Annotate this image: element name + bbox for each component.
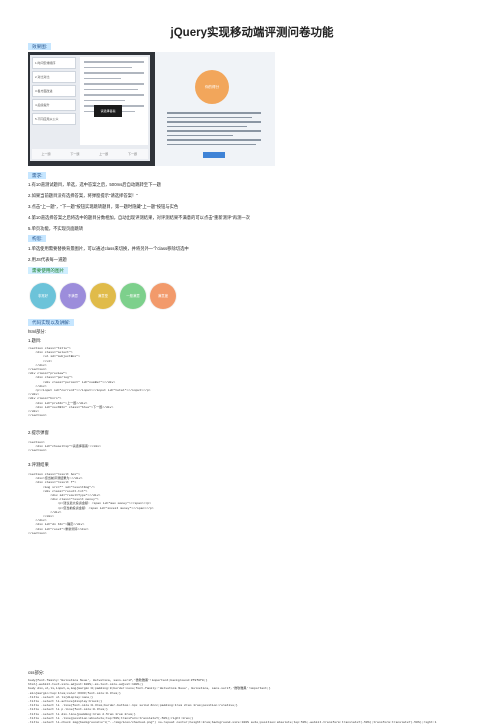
result-circle-image: 不满意	[60, 283, 86, 309]
section-requirements-heading: 需求:	[28, 172, 47, 179]
section-analysis-heading: 构思:	[28, 235, 47, 242]
requirement-line: 3.点击"上一题"，"下一题"按钮实现跳转题目，第一题时隐藏"上一题"按钮与实色	[28, 204, 179, 209]
requirement-line: 1.有10道测试题目，单选，选中答案之后，500ms后自动跳转至下一题	[28, 182, 161, 187]
demo-list-item: 4.后续提升	[32, 99, 76, 111]
article-title: jQuery实现移动端评测问卷功能	[170, 27, 334, 39]
result-circle-image: 一般满意	[120, 283, 146, 309]
result-circle-image: 满意型	[90, 283, 116, 309]
code-line: </section>	[28, 530, 47, 535]
requirement-line: 4.第10道选择答案之后将选中的题目分数相加，自动出现评测结果，对评测结果不满意…	[28, 215, 250, 220]
demo-question-card	[80, 57, 148, 145]
demo-result-button	[203, 152, 225, 158]
requirement-line: 2.如果当前题目没有选择答案，将弹窗提示"请选择答案！"	[28, 193, 138, 198]
demo-nav-bar: 上一题 下一题 上一题 下一题	[32, 149, 148, 159]
code-block-tip: <section> <div id="choseltip">请选择答案!</di…	[28, 440, 101, 453]
demo-popup: 请选择答案	[94, 105, 122, 117]
css-line: .title .select li.check img{background:u…	[28, 720, 437, 724]
demo-next-label: 下一题	[128, 152, 138, 156]
demo-question-list: 1.时间安排顺序 2.对比对比 3.各方面改进 4.后续提升 5.不同应用从公众	[32, 57, 76, 127]
html-part-label: html部分:	[28, 329, 46, 334]
demo-result-circle: 你的得分	[195, 70, 229, 104]
requirement-line: 5.单页功能，不实现页面跳转	[28, 226, 84, 231]
section-code-heading: 代码实现以及讲解:	[28, 319, 75, 326]
result-circle-image: 满意度	[150, 283, 176, 309]
part3-label: 3.评测结果	[28, 462, 49, 467]
analysis-line: 2.用JS代表每一道题	[28, 257, 67, 262]
demo-prev-label: 上一题	[41, 152, 51, 156]
code-line: <p><input id="current"></input></input i…	[28, 388, 151, 393]
analysis-line: 1.单选使用需要替换背景图片，可以通过class来切换，并将另外一个class移…	[28, 246, 189, 251]
demo-list-item: 1.时间安排顺序	[32, 57, 76, 69]
demo-list-item: 2.对比对比	[32, 71, 76, 83]
demo-result-text	[167, 112, 261, 148]
demo-screenshot-result: 你的得分	[155, 52, 275, 166]
article-page: jQuery实现移动端评测问卷功能 效果图: 1.时间安排顺序 2.对比对比 3…	[0, 0, 504, 724]
code-block-css: body{font-family:'Helvetica Neue', Helve…	[28, 678, 504, 724]
part1-label: 1.题目:	[28, 338, 42, 343]
demo-list-item: 5.不同应用从公众	[32, 113, 76, 125]
code-block-result: <section class="result box"> <div>您当前评测结…	[28, 472, 154, 535]
result-circle-image: 非常好	[30, 283, 56, 309]
part2-label: 2.提示弹窗	[28, 430, 49, 435]
code-line: </section>	[28, 448, 47, 453]
section-images-heading: 需要使用的图片	[28, 267, 69, 274]
demo-list-item: 3.各方面改进	[32, 85, 76, 97]
demo-panel: 1.时间安排顺序 2.对比对比 3.各方面改进 4.后续提升 5.不同应用从公众…	[30, 55, 150, 161]
css-part-label: css部分:	[28, 670, 45, 675]
code-line: <p>建议最大投资金额: <span id="max money"></span…	[28, 501, 152, 506]
code-block-question: <section class="title"> <div class="sele…	[28, 346, 151, 417]
demo-prev-label: 上一题	[99, 152, 109, 156]
demo-next-label: 下一题	[70, 152, 80, 156]
code-line: </section>	[28, 413, 47, 418]
section-effect-heading: 效果图:	[28, 43, 52, 50]
